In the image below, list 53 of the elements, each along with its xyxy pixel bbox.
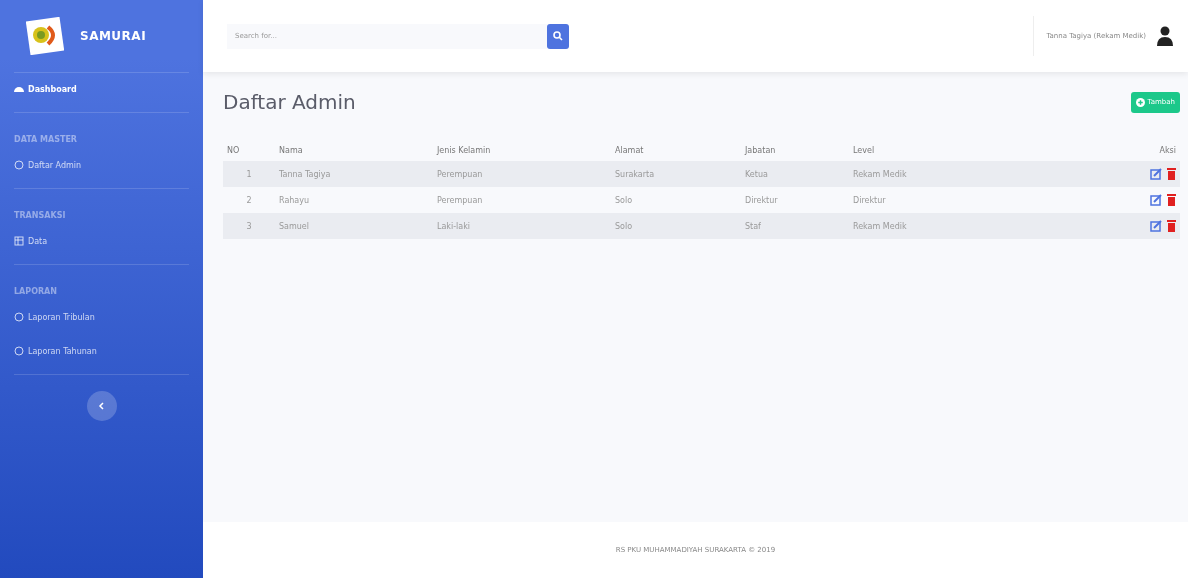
search-button[interactable] [547,23,569,49]
edit-icon[interactable] [1150,194,1162,206]
table-cell: Perempuan [433,161,611,187]
table-cell: Direktur [741,187,849,213]
logo-icon [26,17,64,55]
sidebar-heading: TRANSAKSI [14,211,66,220]
circle-icon [14,312,24,322]
column-header: Aksi [1122,140,1180,161]
table-cell: Laki-laki [433,213,611,239]
table-cell: Ketua [741,161,849,187]
column-header: Jabatan [741,140,849,161]
table-cell: Rahayu [275,187,433,213]
user-icon[interactable] [1156,26,1174,46]
column-header: Nama [275,140,433,161]
table-cell: 2 [223,187,275,213]
edit-icon[interactable] [1150,220,1162,232]
brand-name: SAMURAI [80,29,147,43]
plus-icon [1135,97,1145,107]
table-cell: Surakarta [611,161,741,187]
table-cell: Perempuan [433,187,611,213]
table-cell: Staf [741,213,849,239]
circle-icon [14,346,24,356]
column-header: Jenis Kelamin [433,140,611,161]
sidebar-item[interactable]: Data [14,224,189,258]
circle-icon [14,160,24,170]
table-cell: Tanna Tagiya [275,161,433,187]
search-icon [553,31,563,41]
edit-icon[interactable] [1150,168,1162,180]
sidebar-item[interactable]: Laporan Tribulan [14,300,189,334]
delete-icon[interactable] [1167,220,1176,232]
sidebar-item[interactable]: Daftar Admin [14,148,189,182]
sidebar-heading: DATA MASTER [14,135,78,144]
sidebar-heading: LAPORAN [14,287,57,296]
sidebar-toggle-button[interactable] [86,391,117,421]
table-icon [14,236,24,246]
sidebar-item[interactable]: Laporan Tahunan [14,334,189,368]
table-cell: Samuel [275,213,433,239]
page-title: Daftar Admin [223,90,356,114]
delete-icon[interactable] [1167,168,1176,180]
table-cell: 3 [223,213,275,239]
table-cell: Rekam Medik [849,161,1122,187]
column-header: Level [849,140,1122,161]
table-cell: Solo [611,213,741,239]
delete-icon[interactable] [1167,194,1176,206]
table-cell: Direktur [849,187,1122,213]
gauge-icon [14,86,24,93]
column-header: NO [223,140,275,161]
column-header: Alamat [611,140,741,161]
table-cell: Rekam Medik [849,213,1122,239]
sidebar-item[interactable]: Dashboard [14,73,189,106]
table-cell: Solo [611,187,741,213]
table-cell: 1 [223,161,275,187]
chevron-left-icon [97,402,106,410]
